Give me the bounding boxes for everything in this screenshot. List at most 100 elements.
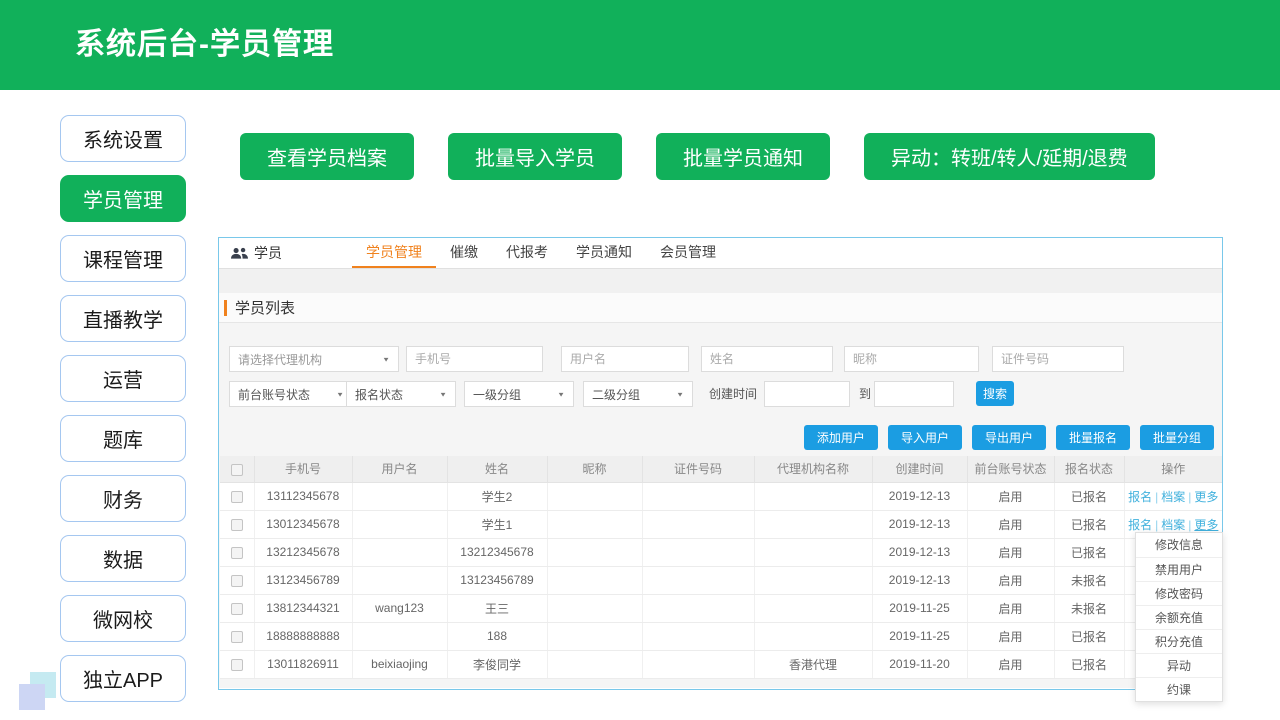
sidebar-item[interactable]: 财务: [60, 475, 186, 522]
tab[interactable]: 会员管理: [646, 238, 730, 268]
created-from-input[interactable]: [764, 381, 850, 407]
header-bar: 系统后台-学员管理: [0, 0, 1280, 90]
quick-action-button[interactable]: 查看学员档案: [240, 133, 414, 180]
quick-action-button[interactable]: 异动：转班/转人/延期/退费: [864, 133, 1155, 180]
table-action-button[interactable]: 添加用户: [804, 425, 878, 450]
cell-enroll_status: 未报名: [1054, 566, 1124, 594]
menu-item[interactable]: 积分充值: [1136, 629, 1222, 653]
sidebar-item[interactable]: 学员管理: [60, 175, 186, 222]
menu-item[interactable]: 禁用用户: [1136, 557, 1222, 581]
cell-name: 13212345678: [447, 538, 547, 566]
cell-agency: [754, 622, 872, 650]
cell-enroll_status: 已报名: [1054, 538, 1124, 566]
enroll-link[interactable]: 报名: [1128, 490, 1152, 504]
sidebar-item[interactable]: 课程管理: [60, 235, 186, 282]
sidebar-item[interactable]: 数据: [60, 535, 186, 582]
cell-nickname: [547, 650, 642, 678]
cell-phone: 13812344321: [254, 594, 352, 622]
created-to-input[interactable]: [874, 381, 954, 407]
page-title: 系统后台-学员管理: [75, 0, 334, 90]
more-link[interactable]: 更多: [1194, 490, 1218, 504]
cell-name: 王三: [447, 594, 547, 622]
sidebar-item[interactable]: 微网校: [60, 595, 186, 642]
tab[interactable]: 代报考: [492, 238, 562, 268]
table-action-button[interactable]: 批量分组: [1140, 425, 1214, 450]
chevron-down-icon: ▼: [382, 355, 390, 362]
row-checkbox-cell: [220, 510, 254, 538]
cell-nickname: [547, 594, 642, 622]
filter-select-value: 报名状态: [355, 386, 403, 403]
column-header: 姓名: [447, 456, 547, 482]
cell-phone: 18888888888: [254, 622, 352, 650]
row-checkbox[interactable]: [231, 659, 243, 671]
row-checkbox[interactable]: [231, 631, 243, 643]
search-button[interactable]: 搜索: [976, 381, 1014, 406]
chevron-down-icon: ▼: [676, 390, 684, 397]
menu-item[interactable]: 修改信息: [1136, 533, 1222, 557]
sidebar-item[interactable]: 系统设置: [60, 115, 186, 162]
orange-marker: [224, 300, 227, 316]
filter-input[interactable]: [844, 346, 979, 372]
spacer-band: [219, 269, 1222, 293]
filter-input[interactable]: [701, 346, 833, 372]
filter-input[interactable]: [406, 346, 543, 372]
cell-created: 2019-12-13: [872, 566, 967, 594]
student-panel: 学员 学员管理催缴代报考学员通知会员管理 学员列表 请选择代理机构▼ 前台账号状…: [218, 237, 1223, 690]
table-header-row: 手机号用户名姓名昵称证件号码代理机构名称创建时间前台账号状态报名状态操作: [220, 456, 1222, 482]
filter-input[interactable]: [992, 346, 1124, 372]
tab[interactable]: 学员管理: [352, 238, 436, 268]
filter-select[interactable]: 报名状态▼: [346, 381, 456, 407]
quick-action-button[interactable]: 批量导入学员: [448, 133, 622, 180]
sidebar-item[interactable]: 独立APP: [60, 655, 186, 702]
table-row: 13212345678132123456782019-12-13启用已报名: [220, 538, 1222, 566]
row-checkbox[interactable]: [231, 603, 243, 615]
sidebar-item[interactable]: 运营: [60, 355, 186, 402]
cell-id_number: [642, 650, 754, 678]
row-checkbox[interactable]: [231, 547, 243, 559]
table-action-button[interactable]: 导入用户: [888, 425, 962, 450]
section-header: 学员列表: [219, 293, 1222, 323]
cell-name: 13123456789: [447, 566, 547, 594]
cell-nickname: [547, 622, 642, 650]
agency-select[interactable]: 请选择代理机构▼: [229, 346, 399, 372]
cell-name: 学生1: [447, 510, 547, 538]
select-all-checkbox[interactable]: [231, 464, 243, 476]
cell-name: 李俊同学: [447, 650, 547, 678]
row-checkbox[interactable]: [231, 491, 243, 503]
section-title: 学员列表: [235, 297, 295, 318]
archive-link[interactable]: 档案: [1161, 518, 1185, 532]
row-checkbox-cell: [220, 594, 254, 622]
cell-nickname: [547, 538, 642, 566]
menu-item[interactable]: 余额充值: [1136, 605, 1222, 629]
filter-select[interactable]: 二级分组▼: [583, 381, 693, 407]
students-table: 手机号用户名姓名昵称证件号码代理机构名称创建时间前台账号状态报名状态操作 131…: [220, 456, 1222, 679]
table-action-button[interactable]: 批量报名: [1056, 425, 1130, 450]
module-label-text: 学员: [254, 243, 282, 263]
tab[interactable]: 学员通知: [562, 238, 646, 268]
tab-bar: 学员 学员管理催缴代报考学员通知会员管理: [219, 238, 1222, 269]
module-label: 学员: [219, 238, 282, 268]
enroll-link[interactable]: 报名: [1128, 518, 1152, 532]
filter-select[interactable]: 前台账号状态▼: [229, 381, 353, 407]
quick-action-button[interactable]: 批量学员通知: [656, 133, 830, 180]
sidebar-item[interactable]: 题库: [60, 415, 186, 462]
more-link[interactable]: 更多: [1194, 518, 1218, 532]
tab[interactable]: 催缴: [436, 238, 492, 268]
cell-id_number: [642, 510, 754, 538]
cell-account_status: 启用: [967, 622, 1054, 650]
archive-link[interactable]: 档案: [1161, 490, 1185, 504]
menu-item[interactable]: 异动: [1136, 653, 1222, 677]
table-action-button[interactable]: 导出用户: [972, 425, 1046, 450]
table-action-buttons: 添加用户导入用户导出用户批量报名批量分组: [804, 425, 1214, 450]
row-checkbox[interactable]: [231, 575, 243, 587]
filter-input[interactable]: [561, 346, 689, 372]
menu-item[interactable]: 修改密码: [1136, 581, 1222, 605]
cell-username: [352, 538, 447, 566]
row-checkbox[interactable]: [231, 519, 243, 531]
cell-created: 2019-12-13: [872, 538, 967, 566]
sidebar-item[interactable]: 直播教学: [60, 295, 186, 342]
cell-name: 学生2: [447, 482, 547, 510]
students-group-icon: [231, 247, 248, 260]
menu-item[interactable]: 约课: [1136, 677, 1222, 701]
filter-select[interactable]: 一级分组▼: [464, 381, 574, 407]
